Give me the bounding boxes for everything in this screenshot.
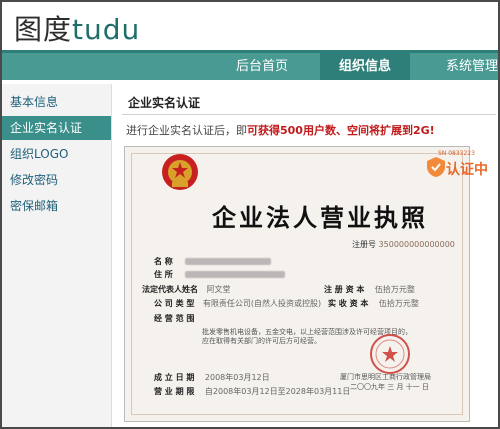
capital-value: 伍拾万元整 <box>374 285 415 294</box>
address-label: 住 所 <box>154 270 173 279</box>
page-title: 企业实名认证 <box>128 96 201 110</box>
paid-label: 实 收 资 本 <box>328 299 369 308</box>
verification-status-badge: 认证中 <box>446 162 488 178</box>
license-issue-date: 二〇〇九年 三 月 十一 日 <box>350 383 429 391</box>
license-row-established: 成 立 日 期 2008年03月12日 <box>154 372 270 383</box>
type-label: 公 司 类 型 <box>154 299 195 308</box>
redacted-company-name <box>185 258 272 265</box>
license-reg-number: 注册号 350000000000000 <box>352 239 455 250</box>
established-label: 成 立 日 期 <box>154 373 195 382</box>
reg-value: 350000000000000 <box>378 240 455 249</box>
logo-text-cn: 图度 <box>14 13 73 46</box>
sidebar-item-org-logo[interactable]: 组织LOGO <box>2 142 111 166</box>
term-value: 自2008年03月12日至2028年03月11日 <box>204 387 351 396</box>
notice-highlight: 可获得500用户数、空间将扩展到2G! <box>247 124 435 137</box>
representative-label: 法定代表人姓名 <box>142 285 198 294</box>
license-row-type: 公 司 类 型 有限责任公司(自然人投资或控股) <box>154 298 321 309</box>
badge-code: SN 0833223 <box>438 150 475 157</box>
reg-label: 注册号 <box>352 240 376 249</box>
sidebar: 基本信息 企业实名认证 组织LOGO 修改密码 密保邮箱 <box>2 84 112 427</box>
license-row-representative: 法定代表人姓名 阿文堂 <box>142 284 231 295</box>
redacted-address <box>185 271 286 278</box>
license-row-address: 住 所 <box>154 269 286 280</box>
logo-text-en: tudu <box>72 13 141 46</box>
notice-prefix: 进行企业实名认证后，即 <box>126 124 247 137</box>
divider <box>122 114 496 115</box>
nav-org-info[interactable]: 组织信息 <box>320 53 410 80</box>
scope-label: 经 营 范 围 <box>154 314 195 323</box>
license-row-term: 营 业 期 限 自2008年03月12日至2028年03月11日 <box>154 386 350 397</box>
sidebar-item-real-name-auth[interactable]: 企业实名认证 <box>2 116 111 140</box>
official-seal-icon <box>370 334 410 374</box>
license-row-scope: 经 营 范 围 <box>154 313 194 324</box>
term-label: 营 业 期 限 <box>154 387 195 396</box>
name-label: 名 称 <box>154 257 173 266</box>
established-value: 2008年03月12日 <box>204 373 270 382</box>
license-row-capital: 注 册 资 本 伍拾万元整 <box>324 284 415 295</box>
header: 图度tudu <box>2 2 498 50</box>
paid-value: 伍拾万元整 <box>378 299 419 308</box>
sidebar-item-change-password[interactable]: 修改密码 <box>2 168 111 192</box>
notice-text: 进行企业实名认证后，即可获得500用户数、空间将扩展到2G! <box>126 122 435 138</box>
top-nav: 后台首页 组织信息 系统管理 <box>2 50 498 80</box>
license-row-name: 名 称 <box>154 256 272 267</box>
nav-home[interactable]: 后台首页 <box>224 53 300 80</box>
sidebar-item-security-email[interactable]: 密保邮箱 <box>2 194 111 218</box>
representative-value: 阿文堂 <box>206 285 231 294</box>
type-value: 有限责任公司(自然人投资或控股) <box>202 299 322 308</box>
sidebar-item-basic-info[interactable]: 基本信息 <box>2 90 111 114</box>
tudu-logo[interactable]: 图度tudu <box>14 8 140 48</box>
national-emblem-icon <box>162 154 198 190</box>
shield-icon <box>427 157 445 177</box>
capital-label: 注 册 资 本 <box>324 285 365 294</box>
nav-system-admin[interactable]: 系统管理 <box>430 53 500 80</box>
license-title: 企业法人营业执照 <box>212 203 428 232</box>
license-row-paid: 实 收 资 本 伍拾万元整 <box>328 298 419 309</box>
